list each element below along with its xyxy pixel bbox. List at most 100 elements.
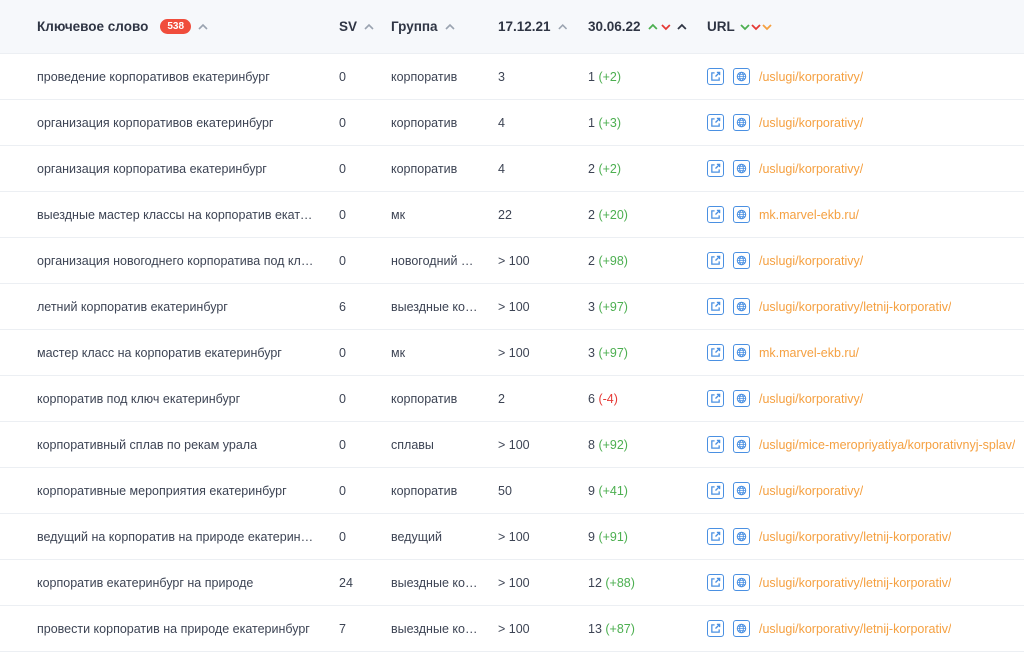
- sort-up-dark-icon[interactable]: [676, 21, 688, 33]
- sort-up-icon[interactable]: [557, 21, 568, 33]
- url-link[interactable]: mk.marvel-ekb.ru/: [759, 208, 859, 222]
- url-link[interactable]: /uslugi/korporativy/: [759, 70, 863, 84]
- keywords-table: Ключевое слово 538 SV Группа 17.12.21 30…: [0, 0, 1024, 652]
- position-value: 9: [588, 529, 595, 544]
- group-cell: корпоратив: [391, 161, 458, 176]
- globe-icon[interactable]: [733, 436, 750, 453]
- sv-cell: 0: [339, 161, 346, 176]
- globe-icon[interactable]: [733, 620, 750, 637]
- globe-icon[interactable]: [733, 68, 750, 85]
- group-cell: выездные корпоративы: [391, 299, 479, 314]
- open-link-icon[interactable]: [707, 160, 724, 177]
- date2-position-cell: 9 (+91): [588, 530, 688, 544]
- globe-icon[interactable]: [733, 574, 750, 591]
- sort-up-icon[interactable]: [444, 21, 456, 33]
- open-link-icon[interactable]: [707, 114, 724, 131]
- sv-cell: 0: [339, 207, 346, 222]
- globe-icon[interactable]: [733, 390, 750, 407]
- open-link-icon[interactable]: [707, 390, 724, 407]
- date2-position-cell: 1 (+3): [588, 116, 688, 130]
- keyword-cell: организация корпоративов екатеринбург: [37, 115, 274, 130]
- url-link[interactable]: /uslugi/korporativy/letnij-korporativ/: [759, 530, 951, 544]
- position-value: 3: [588, 345, 595, 360]
- globe-icon[interactable]: [733, 206, 750, 223]
- position-value: 2: [588, 207, 595, 222]
- url-link[interactable]: mk.marvel-ekb.ru/: [759, 346, 859, 360]
- keyword-cell: летний корпоратив екатеринбург: [37, 299, 228, 314]
- table-row[interactable]: летний корпоратив екатеринбург 6 выездны…: [0, 284, 1024, 330]
- open-link-icon[interactable]: [707, 528, 724, 545]
- globe-icon[interactable]: [733, 114, 750, 131]
- filter-orange-chevron-icon[interactable]: [761, 21, 773, 33]
- sv-cell: 0: [339, 115, 346, 130]
- position-delta: (+97): [598, 299, 628, 314]
- table-row[interactable]: провести корпоратив на природе екатеринб…: [0, 606, 1024, 652]
- url-cell: /uslugi/korporativy/letnij-korporativ/: [707, 574, 1024, 591]
- open-link-icon[interactable]: [707, 344, 724, 361]
- date1-position-cell: > 100: [498, 575, 530, 590]
- table-row[interactable]: мастер класс на корпоратив екатеринбург …: [0, 330, 1024, 376]
- table-row[interactable]: корпоратив екатеринбург на природе 24 вы…: [0, 560, 1024, 606]
- url-link[interactable]: /uslugi/korporativy/letnij-korporativ/: [759, 300, 951, 314]
- group-cell: мк: [391, 207, 406, 222]
- filter-up-green-icon[interactable]: [647, 21, 659, 33]
- url-link[interactable]: /uslugi/korporativy/: [759, 162, 863, 176]
- date2-header-label: 30.06.22: [588, 19, 641, 34]
- open-link-icon[interactable]: [707, 68, 724, 85]
- date1-header-label: 17.12.21: [498, 19, 551, 34]
- table-row[interactable]: организация корпоратива екатеринбург 0 к…: [0, 146, 1024, 192]
- table-row[interactable]: организация новогоднего корпоратива под …: [0, 238, 1024, 284]
- table-row[interactable]: ведущий на корпоратив на природе екатери…: [0, 514, 1024, 560]
- url-link[interactable]: /uslugi/mice-meropriyatiya/korporativnyj…: [759, 438, 1015, 452]
- column-sv-header[interactable]: SV: [339, 19, 379, 34]
- table-row[interactable]: выездные мастер классы на корпоратив ека…: [0, 192, 1024, 238]
- globe-icon[interactable]: [733, 298, 750, 315]
- open-link-icon[interactable]: [707, 436, 724, 453]
- position-delta: (+87): [605, 621, 635, 636]
- table-row[interactable]: проведение корпоративов екатеринбург 0 к…: [0, 54, 1024, 100]
- url-link[interactable]: /uslugi/korporativy/: [759, 116, 863, 130]
- column-url-header[interactable]: URL: [707, 19, 1024, 34]
- column-keyword-header[interactable]: Ключевое слово 538: [37, 19, 319, 34]
- open-link-icon[interactable]: [707, 574, 724, 591]
- globe-icon[interactable]: [733, 252, 750, 269]
- position-delta: (+91): [598, 529, 628, 544]
- sort-up-icon[interactable]: [363, 21, 375, 33]
- group-cell: новогодний корпоратив: [391, 253, 479, 268]
- keyword-cell: корпоратив под ключ екатеринбург: [37, 391, 241, 406]
- open-link-icon[interactable]: [707, 206, 724, 223]
- sort-up-icon[interactable]: [197, 21, 209, 33]
- column-date1-header[interactable]: 17.12.21: [498, 19, 568, 34]
- column-date2-header[interactable]: 30.06.22: [588, 19, 688, 34]
- open-link-icon[interactable]: [707, 482, 724, 499]
- sv-header-label: SV: [339, 19, 358, 34]
- table-row[interactable]: корпоратив под ключ екатеринбург 0 корпо…: [0, 376, 1024, 422]
- date1-position-cell: 4: [498, 115, 505, 130]
- group-header-label: Группа: [391, 19, 438, 34]
- globe-icon[interactable]: [733, 528, 750, 545]
- sv-cell: 6: [339, 299, 346, 314]
- sv-cell: 0: [339, 69, 346, 84]
- url-link[interactable]: /uslugi/korporativy/: [759, 392, 863, 406]
- globe-icon[interactable]: [733, 160, 750, 177]
- table-row[interactable]: корпоративные мероприятия екатеринбург 0…: [0, 468, 1024, 514]
- url-cell: /uslugi/korporativy/letnij-korporativ/: [707, 620, 1024, 637]
- url-link[interactable]: /uslugi/korporativy/: [759, 484, 863, 498]
- date1-position-cell: 3: [498, 69, 505, 84]
- url-link[interactable]: /uslugi/korporativy/letnij-korporativ/: [759, 576, 951, 590]
- position-delta: (+98): [598, 253, 628, 268]
- url-link[interactable]: /uslugi/korporativy/: [759, 254, 863, 268]
- filter-down-red-icon[interactable]: [660, 21, 672, 33]
- open-link-icon[interactable]: [707, 252, 724, 269]
- globe-icon[interactable]: [733, 482, 750, 499]
- open-link-icon[interactable]: [707, 298, 724, 315]
- open-link-icon[interactable]: [707, 620, 724, 637]
- date1-position-cell: 2: [498, 391, 505, 406]
- date1-position-cell: > 100: [498, 299, 530, 314]
- table-row[interactable]: корпоративный сплав по рекам урала 0 спл…: [0, 422, 1024, 468]
- globe-icon[interactable]: [733, 344, 750, 361]
- column-group-header[interactable]: Группа: [391, 19, 479, 34]
- table-row[interactable]: организация корпоративов екатеринбург 0 …: [0, 100, 1024, 146]
- url-link[interactable]: /uslugi/korporativy/letnij-korporativ/: [759, 622, 951, 636]
- date2-position-cell: 3 (+97): [588, 346, 688, 360]
